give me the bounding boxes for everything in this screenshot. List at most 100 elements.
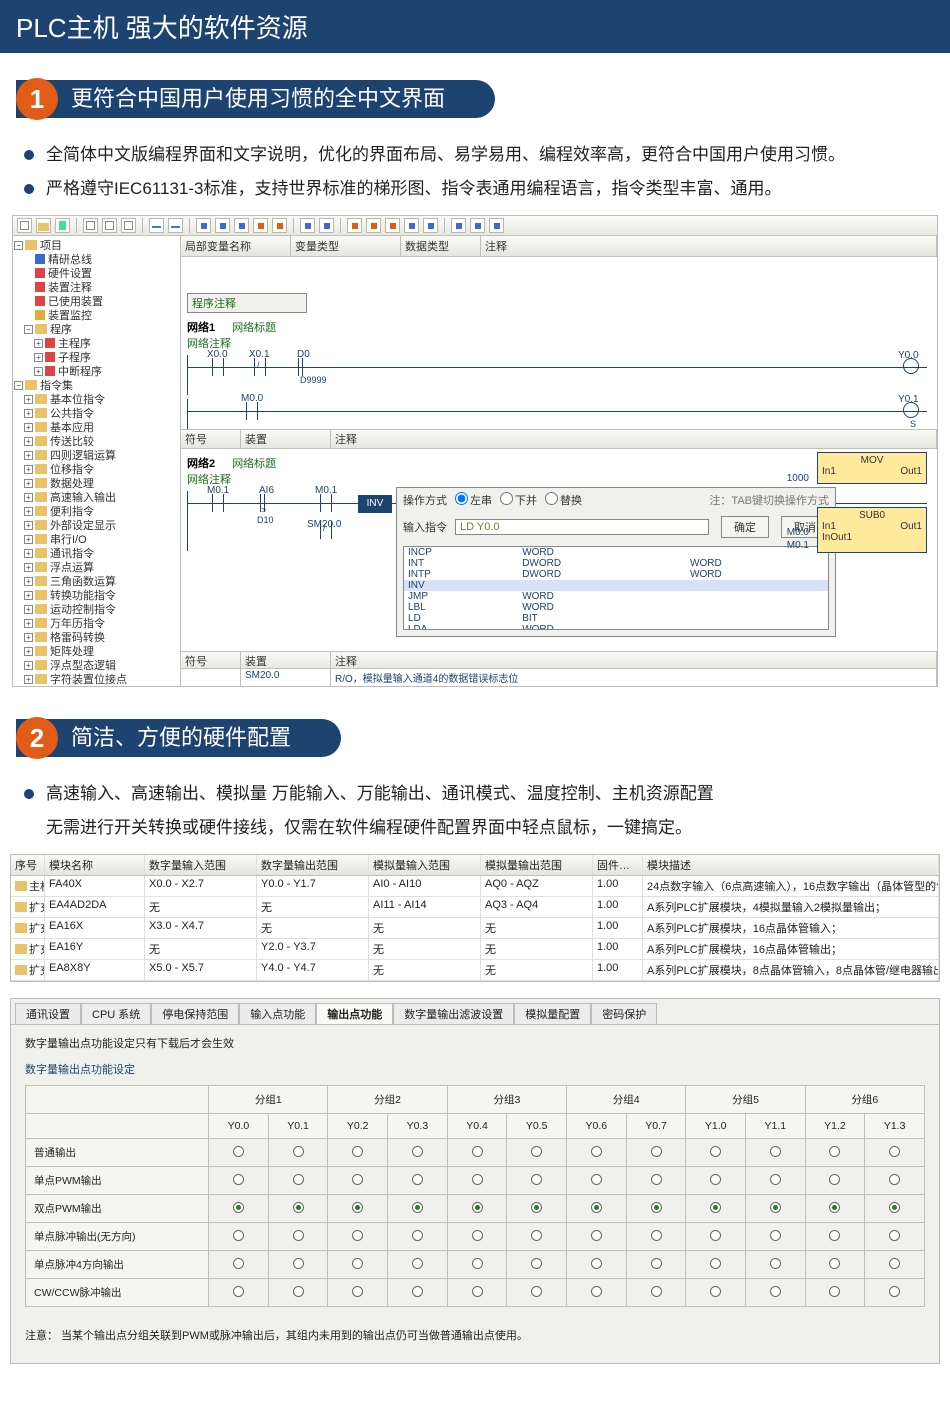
module-table-row[interactable]: 主机FA40XX0.0 - X2.7Y0.0 - Y1.7AI0 - AI10A…	[11, 876, 939, 897]
copy-icon[interactable]	[102, 218, 117, 233]
output-radio-cell[interactable]	[567, 1167, 627, 1195]
output-radio-cell[interactable]	[746, 1223, 806, 1251]
instruction-list[interactable]: INCPWORDINTDWORDWORDINTPDWORDWORDINVJMPW…	[403, 546, 829, 630]
output-radio-cell[interactable]	[746, 1167, 806, 1195]
output-radio-cell[interactable]	[567, 1251, 627, 1279]
tree-node[interactable]: −程序	[14, 323, 179, 337]
output-radio-cell[interactable]	[626, 1195, 686, 1223]
tree-node[interactable]: +通讯指令	[14, 547, 179, 561]
output-radio-cell[interactable]	[626, 1139, 686, 1167]
open-file-icon[interactable]	[36, 218, 51, 233]
upload-icon[interactable]	[234, 218, 249, 233]
tree-node[interactable]: 精研总线	[14, 253, 179, 267]
config-tab[interactable]: 数字量输出滤波设置	[393, 1003, 514, 1024]
output-radio-cell[interactable]	[567, 1279, 627, 1307]
output-radio-cell[interactable]	[567, 1139, 627, 1167]
output-radio-cell[interactable]	[328, 1167, 388, 1195]
tree-node[interactable]: +浮点运算	[14, 561, 179, 575]
goto-icon[interactable]	[489, 218, 504, 233]
tree-node[interactable]: +运动控制指令	[14, 603, 179, 617]
tree-node[interactable]: +基本应用	[14, 421, 179, 435]
output-radio-cell[interactable]	[209, 1139, 269, 1167]
output-radio-cell[interactable]	[388, 1195, 448, 1223]
output-radio-cell[interactable]	[805, 1195, 865, 1223]
tree-node[interactable]: +公共指令	[14, 407, 179, 421]
output-radio-cell[interactable]	[388, 1167, 448, 1195]
output-radio-cell[interactable]	[865, 1223, 925, 1251]
output-radio-cell[interactable]	[746, 1279, 806, 1307]
output-radio-cell[interactable]	[447, 1195, 507, 1223]
output-radio-cell[interactable]	[447, 1279, 507, 1307]
tree-node[interactable]: −指令集	[14, 379, 179, 393]
output-radio-cell[interactable]	[268, 1139, 328, 1167]
tree-node[interactable]: +位移指令	[14, 463, 179, 477]
output-radio-cell[interactable]	[686, 1167, 746, 1195]
output-radio-cell[interactable]	[686, 1279, 746, 1307]
output-radio-cell[interactable]	[746, 1139, 806, 1167]
output-radio-cell[interactable]	[865, 1139, 925, 1167]
output-function-grid[interactable]: 分组1分组2分组3分组4分组5分组6Y0.0Y0.1Y0.2Y0.3Y0.4Y0…	[25, 1085, 925, 1307]
sub0-block[interactable]: SUB0 In1Out1 InOut1	[817, 507, 927, 553]
new-file-icon[interactable]	[17, 218, 32, 233]
config-tab[interactable]: 停电保持范围	[151, 1003, 239, 1024]
module-table-row[interactable]: 扩充模组1EA4AD2DA无无AI11 - AI14AQ3 - AQ41.00A…	[11, 897, 939, 918]
tree-node[interactable]: +串行I/O	[14, 533, 179, 547]
popup-mode-left[interactable]: 左串	[455, 492, 492, 508]
output-radio-cell[interactable]	[865, 1195, 925, 1223]
save-icon[interactable]	[55, 218, 70, 233]
tree-node[interactable]: 装置监控	[14, 309, 179, 323]
output-radio-cell[interactable]	[805, 1279, 865, 1307]
output-radio-cell[interactable]	[388, 1279, 448, 1307]
output-radio-cell[interactable]	[328, 1223, 388, 1251]
popup-mode-down[interactable]: 下并	[500, 492, 537, 508]
output-radio-cell[interactable]	[268, 1279, 328, 1307]
redo-icon[interactable]	[168, 218, 183, 233]
tree-node[interactable]: +外部设定显示	[14, 519, 179, 533]
output-radio-cell[interactable]	[686, 1139, 746, 1167]
tree-node[interactable]: +高速输入输出	[14, 491, 179, 505]
module-table-row[interactable]: 扩充模组4EA8X8YX5.0 - X5.7Y4.0 - Y4.7无无1.00A…	[11, 960, 939, 981]
output-radio-cell[interactable]	[209, 1167, 269, 1195]
output-radio-cell[interactable]	[388, 1251, 448, 1279]
tree-node[interactable]: +主程序	[14, 337, 179, 351]
output-radio-cell[interactable]	[268, 1251, 328, 1279]
output-radio-cell[interactable]	[865, 1167, 925, 1195]
compile-icon[interactable]	[196, 218, 211, 233]
popup-ok-button[interactable]: 确定	[721, 516, 769, 538]
output-radio-cell[interactable]	[268, 1167, 328, 1195]
tree-node[interactable]: +矩阵处理	[14, 645, 179, 659]
output-radio-cell[interactable]	[567, 1195, 627, 1223]
tree-node[interactable]: +字符装置位接点	[14, 673, 179, 686]
popup-input-field[interactable]: LD Y0.0	[455, 519, 709, 535]
ladder-view-icon[interactable]	[300, 218, 315, 233]
output-radio-cell[interactable]	[447, 1223, 507, 1251]
ladder-rung-1b[interactable]: M0.0 Y0.1 S	[187, 399, 931, 429]
inv-block[interactable]: INV	[358, 495, 392, 513]
output-radio-cell[interactable]	[805, 1139, 865, 1167]
output-radio-cell[interactable]	[388, 1223, 448, 1251]
il-view-icon[interactable]	[319, 218, 334, 233]
output-radio-cell[interactable]	[805, 1251, 865, 1279]
output-radio-cell[interactable]	[328, 1251, 388, 1279]
undo-icon[interactable]	[149, 218, 164, 233]
instruction-popup[interactable]: 操作方式 左串 下并 替换 注：TAB键切换操作方式 输入指令 LD Y0.0 …	[396, 487, 836, 637]
output-radio-cell[interactable]	[507, 1195, 567, 1223]
output-radio-cell[interactable]	[626, 1167, 686, 1195]
output-radio-cell[interactable]	[805, 1167, 865, 1195]
output-radio-cell[interactable]	[209, 1279, 269, 1307]
tree-node[interactable]: +子程序	[14, 351, 179, 365]
popup-mode-replace[interactable]: 替换	[545, 492, 582, 508]
tree-node[interactable]: +数据处理	[14, 477, 179, 491]
output-radio-cell[interactable]	[686, 1251, 746, 1279]
output-radio-cell[interactable]	[746, 1251, 806, 1279]
tree-node[interactable]: 已使用装置	[14, 295, 179, 309]
output-radio-cell[interactable]	[746, 1195, 806, 1223]
project-tree[interactable]: −项目精研总线硬件设置装置注释已使用装置装置监控−程序+主程序+子程序+中断程序…	[13, 236, 181, 686]
output-radio-cell[interactable]	[507, 1223, 567, 1251]
tree-node[interactable]: 装置注释	[14, 281, 179, 295]
config-tab[interactable]: 密码保护	[591, 1003, 657, 1024]
ladder-rung-1[interactable]: X0.0 X0.1 D0 D9999 Y0.0	[187, 355, 931, 395]
tree-node[interactable]: +三角函数运算	[14, 575, 179, 589]
output-radio-cell[interactable]	[626, 1279, 686, 1307]
output-radio-cell[interactable]	[328, 1279, 388, 1307]
